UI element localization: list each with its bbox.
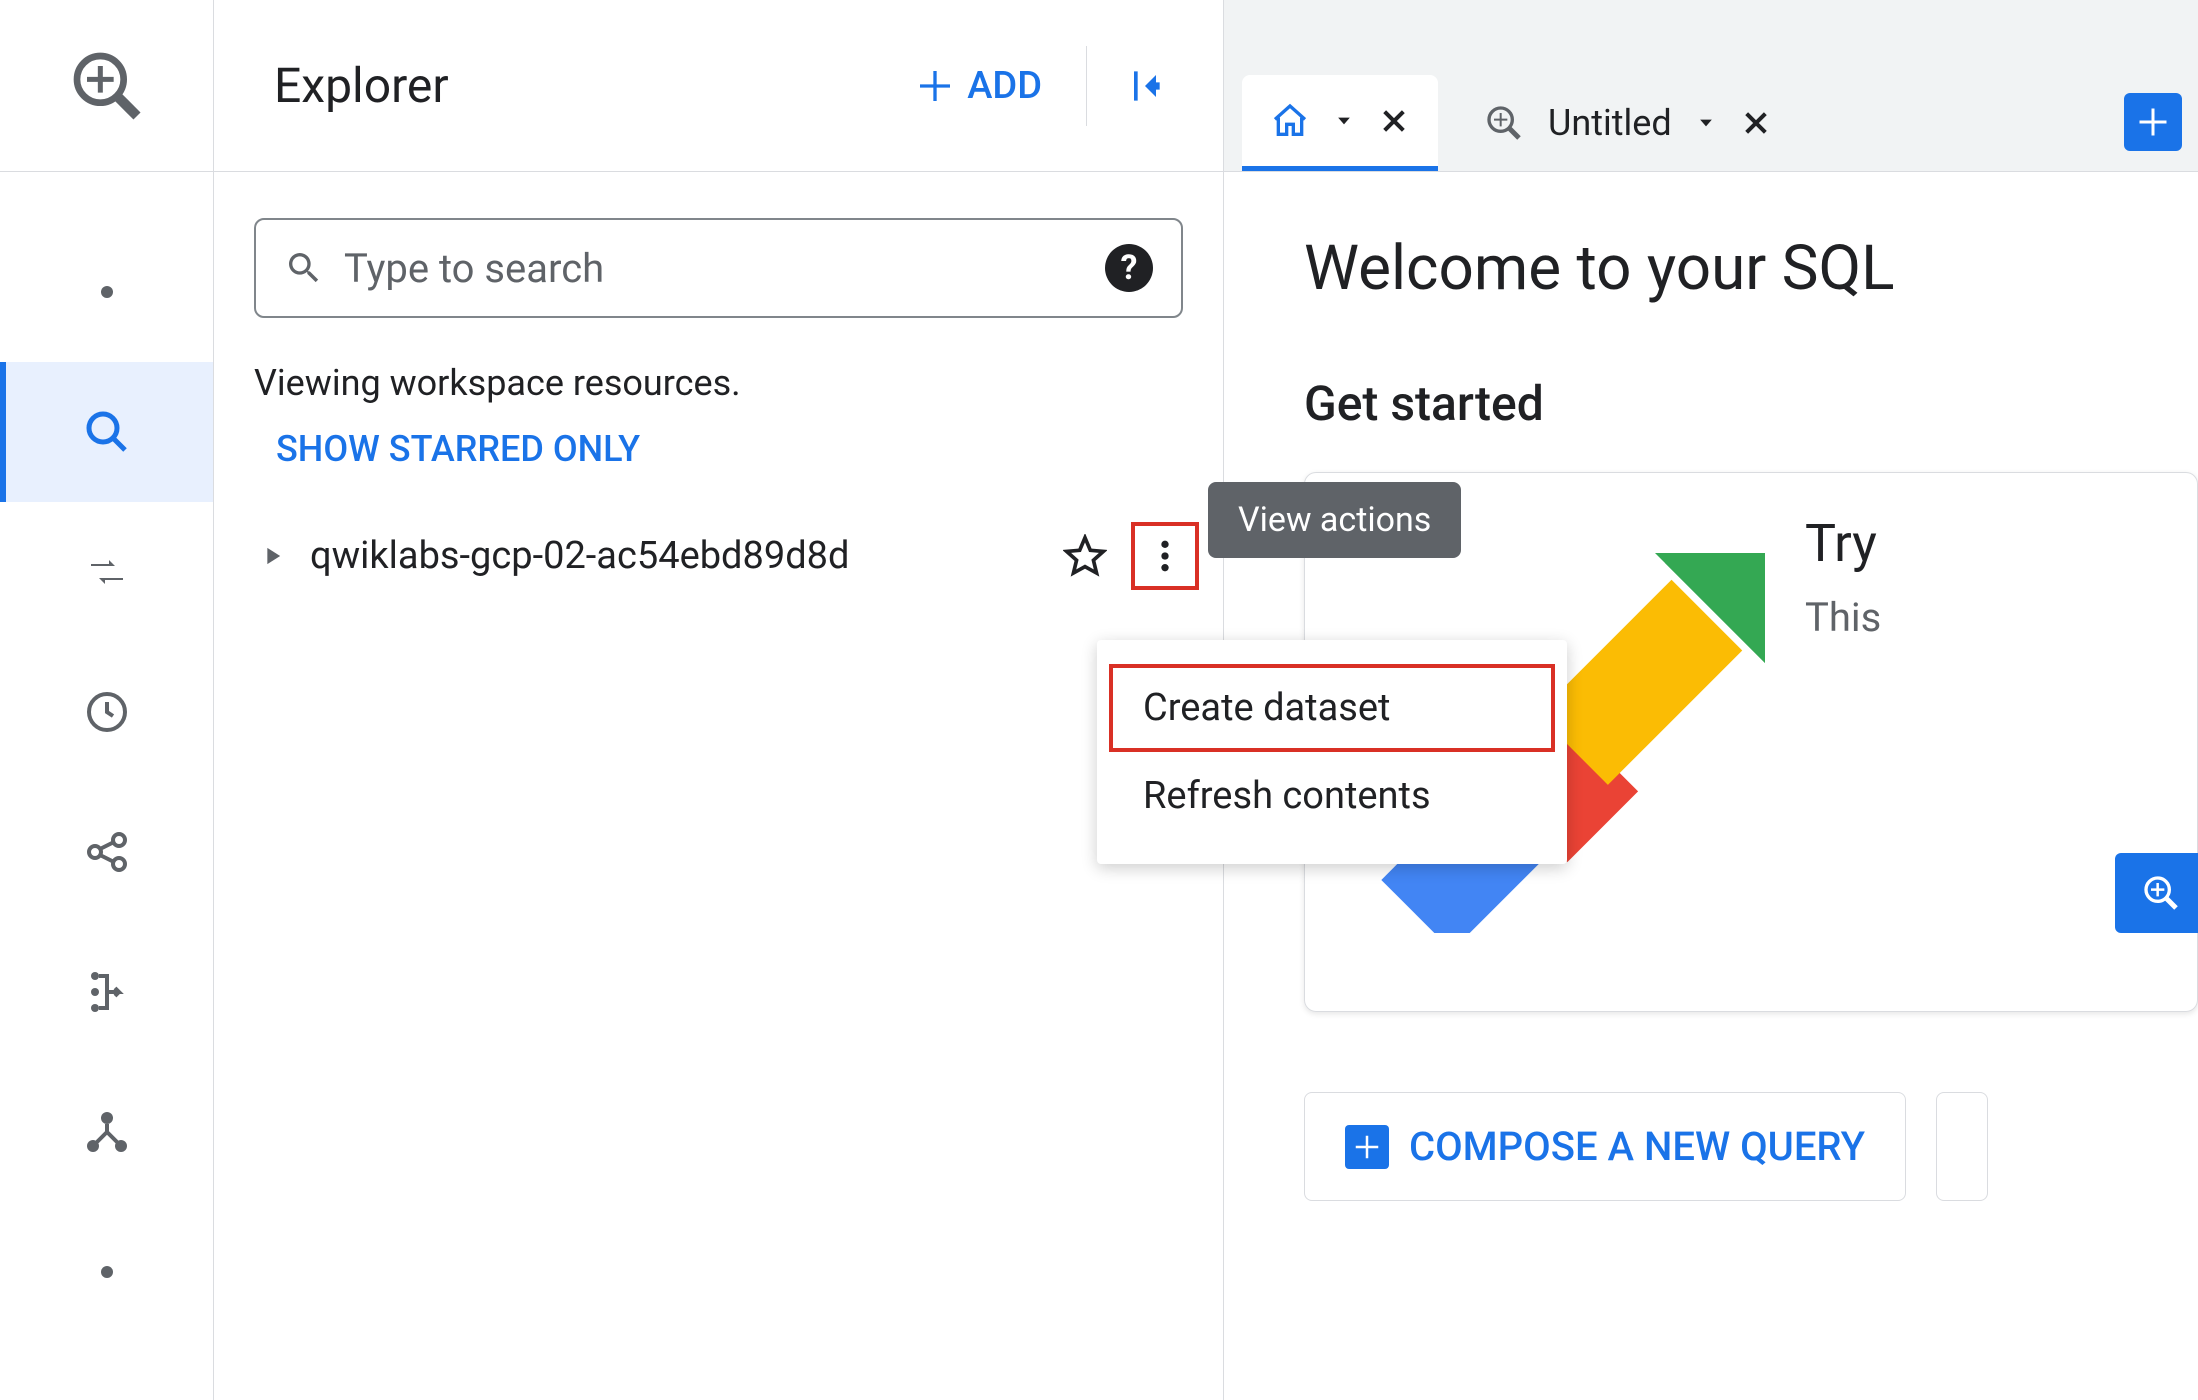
compose-label: COMPOSE A NEW QUERY [1409, 1123, 1865, 1170]
close-icon [1740, 107, 1772, 139]
header-divider [1086, 46, 1087, 126]
close-icon [1378, 105, 1410, 137]
card-text: Try This [1805, 513, 2157, 641]
view-actions-tooltip: View actions [1208, 482, 1461, 558]
sidebar-item-transfers[interactable] [0, 502, 213, 642]
sidebar-item-history[interactable] [0, 642, 213, 782]
tab-untitled[interactable]: Untitled [1456, 75, 1800, 171]
tab-untitled-label: Untitled [1548, 102, 1672, 144]
sidebar-item-pipeline[interactable] [0, 922, 213, 1062]
compose-row: COMPOSE A NEW QUERY [1304, 1092, 2198, 1201]
tabs-bar: Untitled [1224, 0, 2198, 172]
compose-secondary-button[interactable] [1936, 1092, 1988, 1201]
plus-icon [1345, 1125, 1389, 1169]
resources-text: Viewing workspace resources. [214, 338, 1223, 416]
search-input[interactable]: Type to search ? [254, 218, 1183, 318]
search-help-icon[interactable]: ? [1105, 244, 1153, 292]
card-title: Try [1805, 513, 2157, 574]
welcome-title: Welcome to your SQL [1304, 232, 2198, 305]
search-wrap: Type to search ? [214, 172, 1223, 338]
card-action-button[interactable] [2115, 853, 2198, 933]
search-placeholder: Type to search [344, 245, 1105, 292]
menu-item-create-dataset[interactable]: Create dataset [1109, 664, 1555, 752]
explorer-panel: Explorer ADD Type to search ? Viewing wo… [214, 0, 1224, 1400]
sidebar-item-search[interactable] [0, 362, 213, 502]
sidebar-item-share[interactable] [0, 782, 213, 922]
explorer-title: Explorer [274, 57, 891, 114]
sidebar-item-hub[interactable] [0, 1062, 213, 1202]
new-tab-button[interactable] [2124, 93, 2182, 151]
expand-icon[interactable] [258, 542, 286, 570]
sidebar-dot-bottom[interactable] [0, 1202, 213, 1342]
sidebar-dot-top[interactable] [0, 222, 213, 362]
add-button-label: ADD [967, 64, 1042, 108]
actions-context-menu: Create dataset Refresh contents [1097, 640, 1567, 864]
compose-new-query-button[interactable]: COMPOSE A NEW QUERY [1304, 1092, 1906, 1201]
show-starred-only-link[interactable]: SHOW STARRED ONLY [214, 416, 1223, 506]
tab-home[interactable] [1242, 75, 1438, 171]
project-row[interactable]: qwiklabs-gcp-02-ac54ebd89d8d [214, 506, 1223, 606]
add-button[interactable]: ADD [891, 64, 1066, 108]
explorer-header: Explorer ADD [214, 0, 1223, 172]
sidebar-nav [0, 172, 213, 1342]
star-icon[interactable] [1063, 534, 1107, 578]
menu-item-refresh-contents[interactable]: Refresh contents [1097, 752, 1567, 840]
bigquery-logo [0, 0, 213, 172]
left-icon-sidebar [0, 0, 214, 1400]
get-started-heading: Get started [1304, 375, 2198, 432]
card-subtitle: This [1805, 594, 2157, 641]
collapse-panel-button[interactable] [1107, 64, 1183, 108]
project-name: qwiklabs-gcp-02-ac54ebd89d8d [310, 534, 1063, 578]
more-actions-button[interactable] [1131, 522, 1199, 590]
